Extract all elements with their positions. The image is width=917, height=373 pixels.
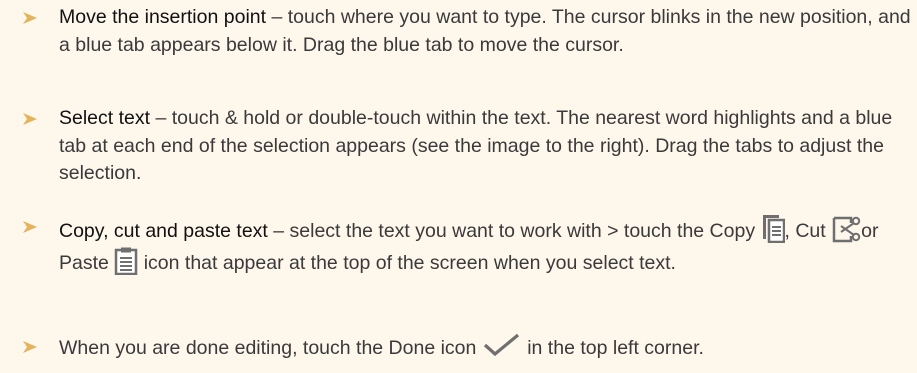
done-checkmark-icon: [483, 333, 519, 357]
list-item-description: – select the text you want to work with …: [267, 220, 761, 242]
list-item-text: When you are done editing, touch the Don…: [59, 333, 915, 363]
arrow-bullet-icon: [23, 221, 37, 233]
list-item-term: Move the insertion point: [59, 6, 267, 28]
paste-icon: [115, 247, 138, 275]
copy-icon: [762, 215, 785, 243]
list-item-description: , Cut: [784, 220, 832, 242]
arrow-bullet-icon: [23, 12, 37, 24]
list-item-text: Select text – touch & hold or double-tou…: [59, 105, 915, 188]
list-item-description: – touch & hold or double-touch within th…: [59, 107, 893, 184]
list-item-description: When you are done editing, touch the Don…: [59, 337, 482, 359]
arrow-bullet-icon: [23, 113, 37, 125]
list-item-text: Move the insertion point – touch where y…: [59, 4, 915, 59]
list-item-term: Select text: [59, 107, 151, 129]
arrow-bullet-icon: [23, 341, 37, 353]
help-document: Move the insertion point – touch where y…: [0, 0, 917, 373]
list-item-text: Copy, cut and paste text – select the te…: [59, 213, 915, 279]
list-item-term: Copy, cut and paste text: [59, 220, 268, 242]
cut-icon: [832, 216, 861, 243]
list-item-description: in the top left corner.: [521, 337, 704, 359]
list-item-description: icon that appear at the top of the scree…: [143, 252, 676, 274]
